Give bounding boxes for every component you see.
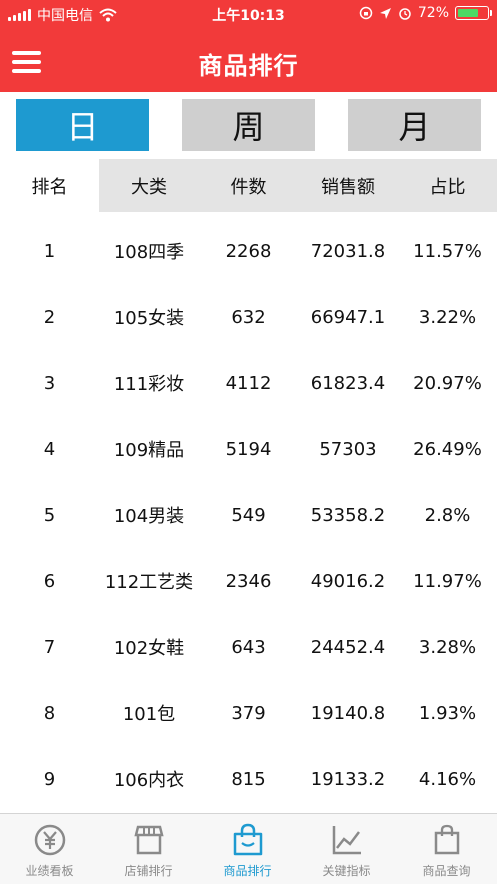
tab-week[interactable]: 周 xyxy=(182,99,315,151)
table-row[interactable]: 3 111彩妆 4112 61823.4 20.97% xyxy=(0,350,497,416)
category-cell: 112工艺类 xyxy=(104,572,194,593)
rank-cell: 3 xyxy=(43,372,56,394)
tabbar-label: 商品排行 xyxy=(223,864,272,878)
sales-cell: 72031.8 xyxy=(310,240,386,262)
tabbar-item-key-metrics[interactable]: 关键指标 xyxy=(297,814,396,884)
tabbar-label: 业绩看板 xyxy=(25,864,74,878)
page-title: 商品排行 xyxy=(198,52,299,80)
rank-cell: 8 xyxy=(43,702,56,724)
tabbar-item-product-query[interactable]: 商品查询 xyxy=(397,814,496,884)
category-cell: 105女装 xyxy=(113,308,185,329)
share-cell: 26.49% xyxy=(413,438,482,460)
column-header-rank[interactable]: 排名 xyxy=(0,159,99,212)
count-cell: 2346 xyxy=(225,570,272,592)
sales-cell: 57303 xyxy=(319,438,377,460)
rank-cell: 1 xyxy=(43,240,56,262)
count-cell: 379 xyxy=(231,702,266,724)
rotation-lock-icon xyxy=(359,6,373,20)
rank-cell: 2 xyxy=(43,306,56,328)
column-header-share[interactable]: 占比 xyxy=(398,159,497,212)
column-header-count[interactable]: 件数 xyxy=(199,159,298,212)
category-cell: 104男装 xyxy=(113,506,185,527)
category-cell: 108四季 xyxy=(113,242,185,263)
sales-cell: 49016.2 xyxy=(310,570,386,592)
count-cell: 4112 xyxy=(225,372,272,394)
period-tabs: 日 周 月 xyxy=(0,99,497,153)
line-chart-icon xyxy=(332,826,361,855)
share-cell: 11.57% xyxy=(413,240,482,262)
status-bar: 中国电信 上午10:13 72% xyxy=(0,0,497,28)
tabbar-item-product-ranking[interactable]: 商品排行 xyxy=(198,814,297,884)
table-row[interactable]: 1 108四季 2268 72031.8 11.57% xyxy=(0,218,497,284)
tabbar-label: 关键指标 xyxy=(322,864,371,878)
location-icon xyxy=(379,7,391,19)
category-cell: 102女鞋 xyxy=(113,638,185,659)
sales-cell: 19140.8 xyxy=(310,702,386,724)
sales-cell: 24452.4 xyxy=(310,636,386,658)
yuan-coin-icon xyxy=(34,824,65,856)
bag-search-icon xyxy=(434,824,459,855)
tab-day[interactable]: 日 xyxy=(16,99,149,151)
app-header: 商品排行 xyxy=(0,28,497,92)
rank-cell: 5 xyxy=(43,504,56,526)
count-cell: 5194 xyxy=(225,438,272,460)
category-cell: 106内衣 xyxy=(113,770,185,791)
share-cell: 3.22% xyxy=(418,306,477,328)
status-right: 72% xyxy=(359,5,492,21)
rank-cell: 4 xyxy=(43,438,56,460)
rank-cell: 9 xyxy=(43,768,56,790)
tabbar-label: 商品查询 xyxy=(422,864,471,878)
share-cell: 20.97% xyxy=(413,372,482,394)
count-cell: 632 xyxy=(231,306,266,328)
count-cell: 549 xyxy=(231,504,266,526)
share-cell: 11.97% xyxy=(413,570,482,592)
category-cell: 101包 xyxy=(122,704,176,725)
tabbar-label: 店铺排行 xyxy=(124,864,173,878)
table-row[interactable]: 9 106内衣 815 19133.2 4.16% xyxy=(0,746,497,812)
storefront-icon xyxy=(133,825,164,855)
share-cell: 2.8% xyxy=(424,504,471,526)
category-cell: 111彩妆 xyxy=(113,374,185,395)
tab-month[interactable]: 月 xyxy=(348,99,481,151)
table-row[interactable]: 5 104男装 549 53358.2 2.8% xyxy=(0,482,497,548)
bottom-tab-bar: 业绩看板 店铺排行 商品排行 关键指标 商品查询 xyxy=(0,813,497,884)
shopping-bag-icon xyxy=(233,823,262,856)
tabbar-item-performance[interactable]: 业绩看板 xyxy=(0,814,99,884)
table-header: 排名 大类 件数 销售额 占比 xyxy=(0,159,497,212)
count-cell: 815 xyxy=(231,768,266,790)
column-header-category[interactable]: 大类 xyxy=(99,159,199,212)
rank-cell: 6 xyxy=(43,570,56,592)
count-cell: 2268 xyxy=(225,240,272,262)
table-row[interactable]: 2 105女装 632 66947.1 3.22% xyxy=(0,284,497,350)
rank-cell: 7 xyxy=(43,636,56,658)
count-cell: 643 xyxy=(231,636,266,658)
alarm-icon xyxy=(399,8,411,20)
battery-icon xyxy=(455,6,492,20)
sales-cell: 66947.1 xyxy=(310,306,386,328)
sales-cell: 19133.2 xyxy=(310,768,386,790)
sales-cell: 61823.4 xyxy=(310,372,386,394)
tabbar-item-store-ranking[interactable]: 店铺排行 xyxy=(99,814,198,884)
table-row[interactable]: 8 101包 379 19140.8 1.93% xyxy=(0,680,497,746)
share-cell: 1.93% xyxy=(418,702,477,724)
category-cell: 109精品 xyxy=(113,440,185,461)
sales-cell: 53358.2 xyxy=(310,504,386,526)
table-row[interactable]: 7 102女鞋 643 24452.4 3.28% xyxy=(0,614,497,680)
share-cell: 4.16% xyxy=(418,768,477,790)
share-cell: 3.28% xyxy=(418,636,477,658)
table-row[interactable]: 6 112工艺类 2346 49016.2 11.97% xyxy=(0,548,497,614)
battery-percent: 72% xyxy=(417,5,449,21)
table-row[interactable]: 4 109精品 5194 57303 26.49% xyxy=(0,416,497,482)
column-header-sales[interactable]: 销售额 xyxy=(298,159,398,212)
